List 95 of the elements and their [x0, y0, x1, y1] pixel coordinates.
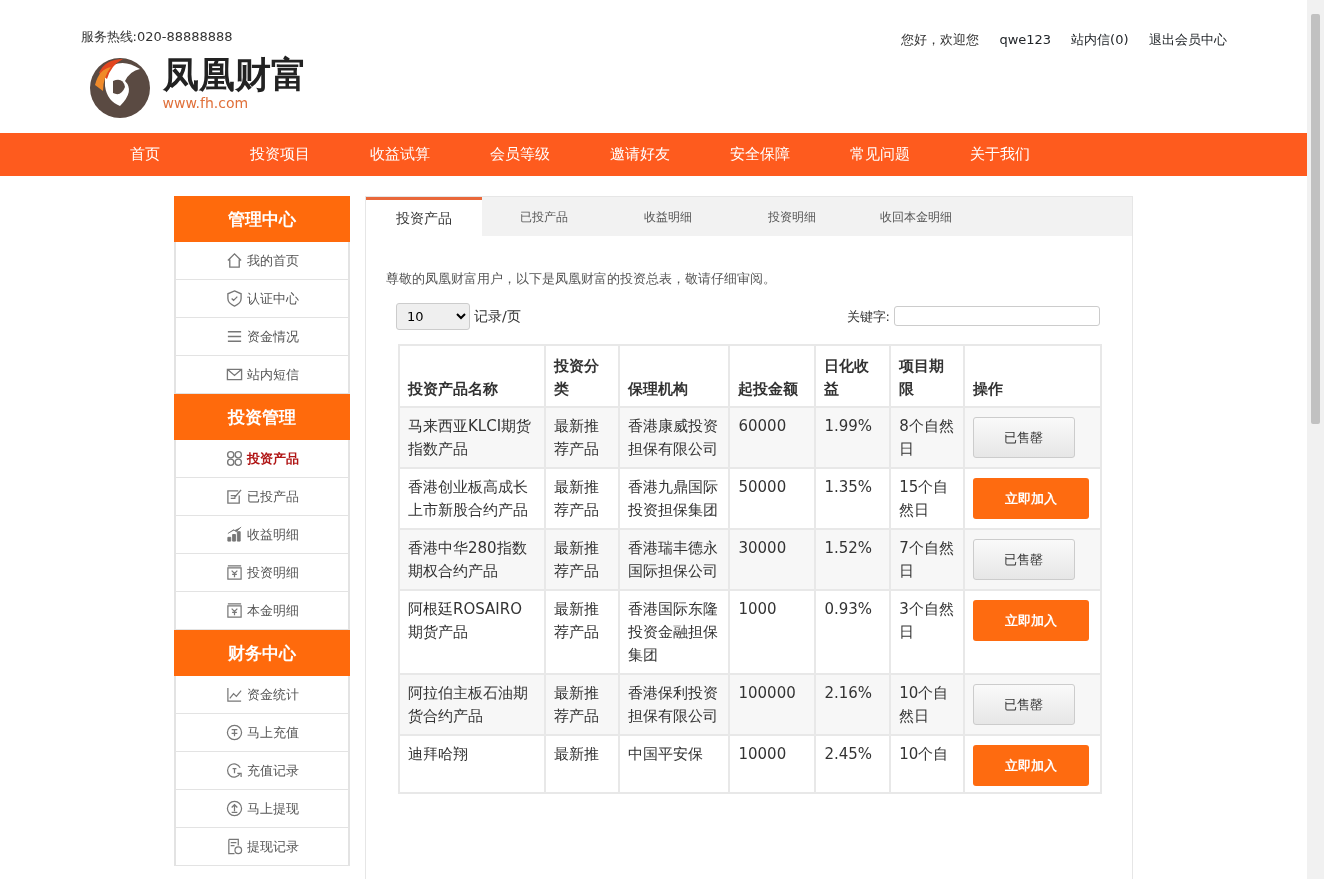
- table-cell: 香港保利投资担保有限公司: [619, 673, 730, 735]
- sidebar-item[interactable]: 已投产品: [174, 478, 350, 516]
- bar-chart-icon: [225, 526, 243, 543]
- column-header: 日化收益: [815, 344, 891, 407]
- tab[interactable]: 收回本金明细: [854, 197, 978, 236]
- table-cell: 30000: [729, 528, 816, 590]
- sidebar-item[interactable]: 投资产品: [174, 440, 350, 478]
- table-cell: 100000: [729, 673, 816, 735]
- column-header: 起投金额: [729, 344, 816, 407]
- sidebar-item[interactable]: 资金情况: [174, 318, 350, 356]
- column-header: 操作: [964, 344, 1101, 407]
- table-cell: 0.93%: [815, 589, 891, 674]
- table-cell: 50000: [729, 467, 816, 529]
- table-cell: 香港创业板高成长上市新股合约产品: [399, 467, 546, 529]
- line-chart-icon: [225, 686, 243, 703]
- table-cell: 60000: [729, 406, 816, 468]
- sidebar-item[interactable]: 马上充值: [174, 714, 350, 752]
- mail-icon: [225, 366, 243, 383]
- column-header: 项目期限: [890, 344, 964, 407]
- table-cell: 7个自然日: [890, 528, 964, 590]
- coin-icon: [225, 724, 243, 741]
- list-icon: [225, 328, 243, 345]
- refresh-coin-icon: [225, 762, 243, 779]
- table-cell: 香港中华280指数期权合约产品: [399, 528, 546, 590]
- sidebar-item[interactable]: 本金明细: [174, 592, 350, 630]
- table-cell: 香港九鼎国际投资担保集团: [619, 467, 730, 529]
- table-cell: 香港瑞丰德永国际担保公司: [619, 528, 730, 590]
- logo-title: 凤凰财富: [162, 57, 307, 93]
- column-header: 投资分类: [545, 344, 620, 407]
- table-cell: 阿根廷ROSAIRO期货产品: [399, 589, 546, 674]
- sidebar-item[interactable]: 站内短信: [174, 356, 350, 394]
- tab[interactable]: 投资明细: [730, 197, 854, 236]
- logo-url: www.fh.com: [162, 94, 250, 113]
- table-cell: 最新推荐产品: [545, 467, 620, 529]
- sidebar-item[interactable]: 充值记录: [174, 752, 350, 790]
- keyword-field[interactable]: [894, 306, 1100, 327]
- sidebar-section-title: 管理中心: [174, 196, 350, 242]
- sidebar-item[interactable]: 投资明细: [174, 554, 350, 592]
- sidebar-item[interactable]: 马上提现: [174, 790, 350, 828]
- table-cell: 2.16%: [815, 673, 891, 735]
- greeting-text: 您好，欢迎您: [901, 31, 980, 49]
- sold-out-button[interactable]: 已售罄: [973, 683, 1075, 725]
- table-cell: 2.45%: [815, 734, 891, 793]
- table-cell: 马来西亚KLCI期货指数产品: [399, 406, 546, 468]
- shield-icon: [225, 290, 243, 307]
- table-cell: 15个自然日: [890, 467, 964, 529]
- table-cell: 10个自: [890, 734, 964, 793]
- home-icon: [225, 252, 243, 269]
- sold-out-button[interactable]: 已售罄: [973, 416, 1075, 458]
- sidebar-item[interactable]: 资金统计: [174, 676, 350, 714]
- table-cell: 香港国际东隆投资金融担保集团: [619, 589, 730, 674]
- upload-coin-icon: [225, 800, 243, 817]
- grid-icon: [225, 450, 243, 467]
- yen-box-icon: [225, 602, 243, 619]
- table-cell: 1000: [729, 589, 816, 674]
- table-cell: 香港康威投资担保有限公司: [619, 406, 730, 468]
- table-cell: 最新推荐产品: [545, 528, 620, 590]
- sidebar-section-title: 财务中心: [174, 630, 350, 676]
- column-header: 保理机构: [619, 344, 730, 407]
- table-cell: 阿拉伯主板石油期货合约产品: [399, 673, 546, 735]
- table-cell: 最新推荐产品: [545, 589, 620, 674]
- table-cell: 1.99%: [815, 406, 891, 468]
- tab[interactable]: 已投产品: [482, 197, 606, 236]
- table-cell: 8个自然日: [890, 406, 964, 468]
- table-cell: 3个自然日: [890, 589, 964, 674]
- table-cell: 10000: [729, 734, 816, 793]
- yen-box-icon: [225, 564, 243, 581]
- logout-link[interactable]: 退出会员中心: [1148, 30, 1227, 133]
- tab[interactable]: 投资产品: [366, 197, 482, 236]
- sidebar-item[interactable]: 认证中心: [174, 280, 350, 318]
- sidebar-item[interactable]: 提现记录: [174, 828, 350, 866]
- sidebar-item[interactable]: 我的首页: [174, 242, 350, 280]
- table-cell: 最新推: [545, 734, 620, 793]
- username-link[interactable]: qwe123: [999, 30, 1052, 133]
- table-cell: 迪拜哈翔: [399, 734, 546, 793]
- hotline-text: 服务热线:020-88888888: [80, 28, 234, 46]
- table-cell: 1.35%: [815, 467, 891, 529]
- page-size-label: 记录/页: [474, 306, 521, 326]
- keyword-label: 关键字:: [846, 307, 890, 326]
- page-size-select[interactable]: 10: [396, 302, 470, 330]
- edit-icon: [225, 488, 243, 505]
- tab[interactable]: 收益明细: [606, 197, 730, 236]
- column-header: 投资产品名称: [399, 344, 546, 407]
- sidebar-section-title: 投资管理: [174, 394, 350, 440]
- intro-text: 尊敬的凤凰财富用户，以下是凤凰财富的投资总表，敬请仔细审阅。: [386, 270, 777, 288]
- scrollbar-thumb[interactable]: [1311, 14, 1320, 424]
- table-cell: 中国平安保: [619, 734, 730, 793]
- messages-link[interactable]: 站内信(0): [1071, 30, 1129, 133]
- table-cell: 最新推荐产品: [545, 673, 620, 735]
- table-cell: 1.52%: [815, 528, 891, 590]
- table-cell: 最新推荐产品: [545, 406, 620, 468]
- sold-out-button[interactable]: 已售罄: [973, 538, 1075, 580]
- sidebar-item[interactable]: 收益明细: [174, 516, 350, 554]
- document-icon: [225, 838, 243, 855]
- table-cell: 10个自然日: [890, 673, 964, 735]
